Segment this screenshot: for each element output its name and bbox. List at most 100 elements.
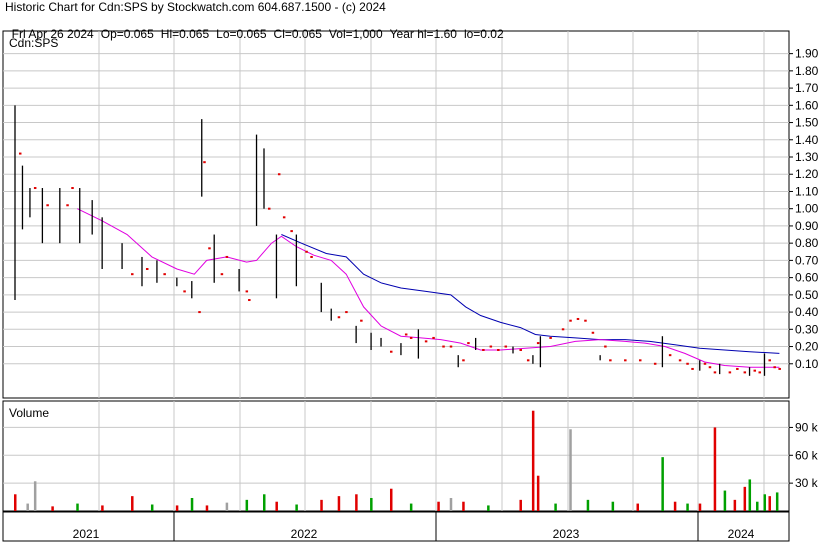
volume-tick-label: 30 k [795,476,819,490]
volume-bar [775,492,779,511]
flat-day-mark [778,367,781,370]
price-tick-label: 1.70 [795,81,819,95]
volume-bar [763,494,766,511]
flat-day-mark [728,371,732,374]
flat-day-mark [708,366,712,369]
volume-bar [437,501,440,511]
flat-day-mark [536,342,540,345]
flat-day-mark [432,336,435,339]
volume-bar [661,457,664,511]
price-tick-label: 0.30 [795,322,819,336]
flat-day-mark [678,359,682,362]
chart-title: Historic Chart for Cdn:SPS by Stockwatch… [5,0,386,14]
volume-tick-label: 90 k [795,420,819,434]
volume-bar [150,504,154,511]
flat-day-mark [653,362,657,365]
year-label: 2024 [728,527,755,541]
flat-day-mark [624,359,627,362]
price-tick-label: 0.90 [795,219,819,233]
volume-bar [245,499,249,511]
quote-year-low: lo=0.02 [463,27,504,41]
quote-close: Cl=0.065 [273,27,322,41]
flat-day-mark [668,354,672,357]
quote-volume: Vol=1,000 [328,27,383,41]
flat-day-mark [409,336,413,339]
price-tick-label: 0.60 [795,271,819,285]
flat-day-mark [549,336,552,339]
flat-day-mark [305,250,308,253]
flat-day-mark [442,345,445,348]
quote-open: Op=0.065 [100,27,154,41]
flat-day-mark [248,299,251,302]
flat-day-mark [225,255,229,258]
flat-day-mark [591,331,595,334]
flat-day-mark [183,290,186,293]
volume-bar [743,486,747,511]
flat-day-mark [449,345,453,348]
volume-bar [756,501,759,511]
flat-day-mark [71,187,74,190]
flat-day-mark [145,268,149,271]
flat-day-mark [337,316,341,319]
flat-day-mark [467,342,470,345]
price-tick-label: 0.10 [795,357,819,371]
flat-day-mark [163,273,166,276]
flat-day-mark [290,230,293,233]
flat-day-mark [267,207,271,210]
flat-day-mark [576,317,580,320]
price-tick-label: 0.20 [795,340,819,354]
flat-day-mark [736,367,739,370]
flat-day-mark [482,348,485,351]
price-tick-label: 1.50 [795,116,819,130]
volume-bar [295,504,298,511]
volume-bar [611,501,615,511]
flat-day-mark [561,328,565,331]
flat-day-mark [569,319,572,322]
year-axis-frame [2,511,790,542]
flat-day-mark [584,319,587,322]
flat-day-mark [758,371,762,374]
volume-bar [337,496,341,511]
flat-day-mark [743,371,747,374]
flat-day-mark [691,367,694,370]
price-tick-label: 0.40 [795,305,819,319]
price-tick-label: 1.20 [795,167,819,181]
volume-bar [33,481,37,511]
volume-bar [768,496,771,511]
volume-bar [536,475,540,511]
flat-day-mark [497,348,500,351]
volume-bar [26,503,29,511]
volume-bar [101,505,104,511]
volume-bar [636,503,639,511]
volume-bar [275,501,278,511]
volume-bar [733,499,737,511]
price-tick-label: 1.40 [795,133,819,147]
flat-day-mark [773,366,776,369]
volume-bar [698,503,702,511]
price-tick-label: 1.90 [795,47,819,61]
flat-day-mark [389,350,393,353]
flat-day-mark [753,369,757,372]
volume-panel-frame [2,400,790,512]
volume-bar [76,503,79,511]
volume-bar [487,505,490,511]
volume-bar [389,488,393,511]
volume-bar [355,494,358,511]
volume-bar [531,410,535,511]
quote-year-high: Year hi=1.60 [389,27,457,41]
volume-bar [748,479,752,511]
volume-bar [51,506,54,511]
volume-bar [586,499,590,511]
flat-day-mark [203,161,206,164]
flat-day-mark [526,359,530,362]
flat-day-mark [604,345,607,348]
flat-day-mark [33,187,37,190]
volume-bar [131,496,134,511]
year-label: 2021 [73,527,100,541]
quote-high: Hi=0.065 [160,27,210,41]
price-panel-frame [2,30,790,399]
volume-bar [686,503,689,511]
volume-bar [370,498,373,511]
quote-low: Lo=0.065 [216,27,267,41]
flat-day-mark [208,247,211,250]
